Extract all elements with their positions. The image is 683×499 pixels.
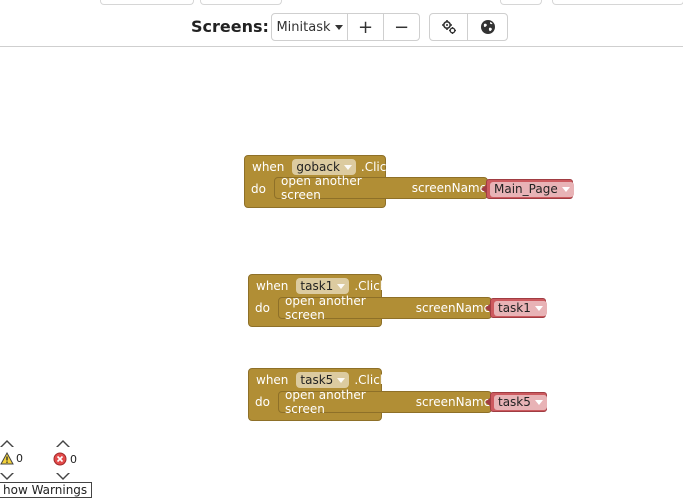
when-keyword: when [252, 160, 285, 174]
view-controls [429, 13, 508, 41]
component-dropdown[interactable]: task1 [296, 278, 350, 294]
globe-icon [480, 20, 495, 34]
component-name: task1 [300, 279, 334, 293]
next-warning-arrow[interactable] [0, 473, 14, 480]
value-socket [485, 398, 490, 406]
gear-icon [441, 20, 456, 34]
param-label: screenName [415, 395, 491, 409]
screen-name-value[interactable]: task5 [490, 392, 547, 412]
prev-error-arrow[interactable] [56, 440, 70, 447]
action-label: open another screen [281, 174, 362, 202]
warnings-counter: 0 [0, 452, 23, 465]
event-name: .Click [354, 279, 387, 293]
chevron-down-icon [334, 24, 343, 30]
prev-warning-arrow[interactable] [0, 440, 14, 447]
top-tab [500, 0, 542, 5]
screen-name-dropdown[interactable]: task5 [494, 394, 547, 410]
action-label: open another screen [285, 388, 366, 416]
component-name: goback [296, 160, 340, 174]
chevron-down-icon [337, 377, 346, 383]
do-keyword: do [255, 395, 270, 409]
event-name: .Click [360, 160, 394, 174]
screen-name-value[interactable]: task1 [490, 298, 547, 318]
param-label: screenName [411, 181, 487, 195]
chevron-down-icon [561, 186, 570, 192]
event-name: .Click [354, 373, 387, 387]
chevron-down-icon [343, 164, 352, 170]
component-dropdown[interactable]: goback [292, 159, 356, 175]
screens-toolbar: Screens: Minitask + − [0, 6, 683, 47]
blocks-workspace[interactable] [0, 47, 683, 499]
screen-name-text: task1 [498, 301, 531, 315]
action-label: open another screen [285, 294, 366, 322]
errors-counter: 0 [53, 452, 77, 466]
error-icon [53, 452, 67, 466]
warning-icon [0, 452, 14, 465]
when-keyword: when [256, 279, 289, 293]
warnings-count: 0 [16, 452, 23, 465]
open-screen-block[interactable]: open another screen screenName [274, 174, 488, 202]
top-tab [552, 0, 683, 5]
component-name: task5 [300, 373, 334, 387]
errors-count: 0 [70, 452, 77, 466]
open-screen-block[interactable]: open another screen screenName [278, 294, 492, 322]
open-screen-block[interactable]: open another screen screenName [278, 388, 492, 416]
add-screen-button[interactable]: + [348, 14, 384, 40]
screen-name-value[interactable]: Main_Page [486, 179, 574, 199]
top-tab [100, 0, 194, 5]
screens-label: Screens: [191, 17, 269, 36]
param-label: screenName [415, 301, 491, 315]
language-button[interactable] [468, 14, 507, 40]
screen-controls: Minitask + − [271, 13, 420, 41]
value-socket [481, 185, 486, 193]
do-keyword: do [251, 182, 266, 196]
next-error-arrow[interactable] [56, 473, 70, 480]
screen-name-text: task5 [498, 395, 531, 409]
screen-name-dropdown[interactable]: task1 [494, 300, 547, 316]
screen-name-text: Main_Page [494, 182, 558, 196]
chevron-down-icon [337, 283, 346, 289]
when-keyword: when [256, 373, 289, 387]
screen-select-label: Minitask [276, 19, 331, 35]
chevron-down-icon [534, 399, 543, 405]
chevron-down-icon [534, 305, 543, 311]
show-warnings-button[interactable]: how Warnings [0, 482, 93, 498]
screen-name-dropdown[interactable]: Main_Page [490, 181, 574, 197]
do-keyword: do [255, 301, 270, 315]
value-socket [485, 304, 490, 312]
screen-select-dropdown[interactable]: Minitask [272, 14, 348, 40]
remove-screen-button[interactable]: − [384, 14, 419, 40]
component-dropdown[interactable]: task5 [296, 372, 350, 388]
settings-button[interactable] [430, 14, 468, 40]
top-tab [200, 0, 282, 5]
